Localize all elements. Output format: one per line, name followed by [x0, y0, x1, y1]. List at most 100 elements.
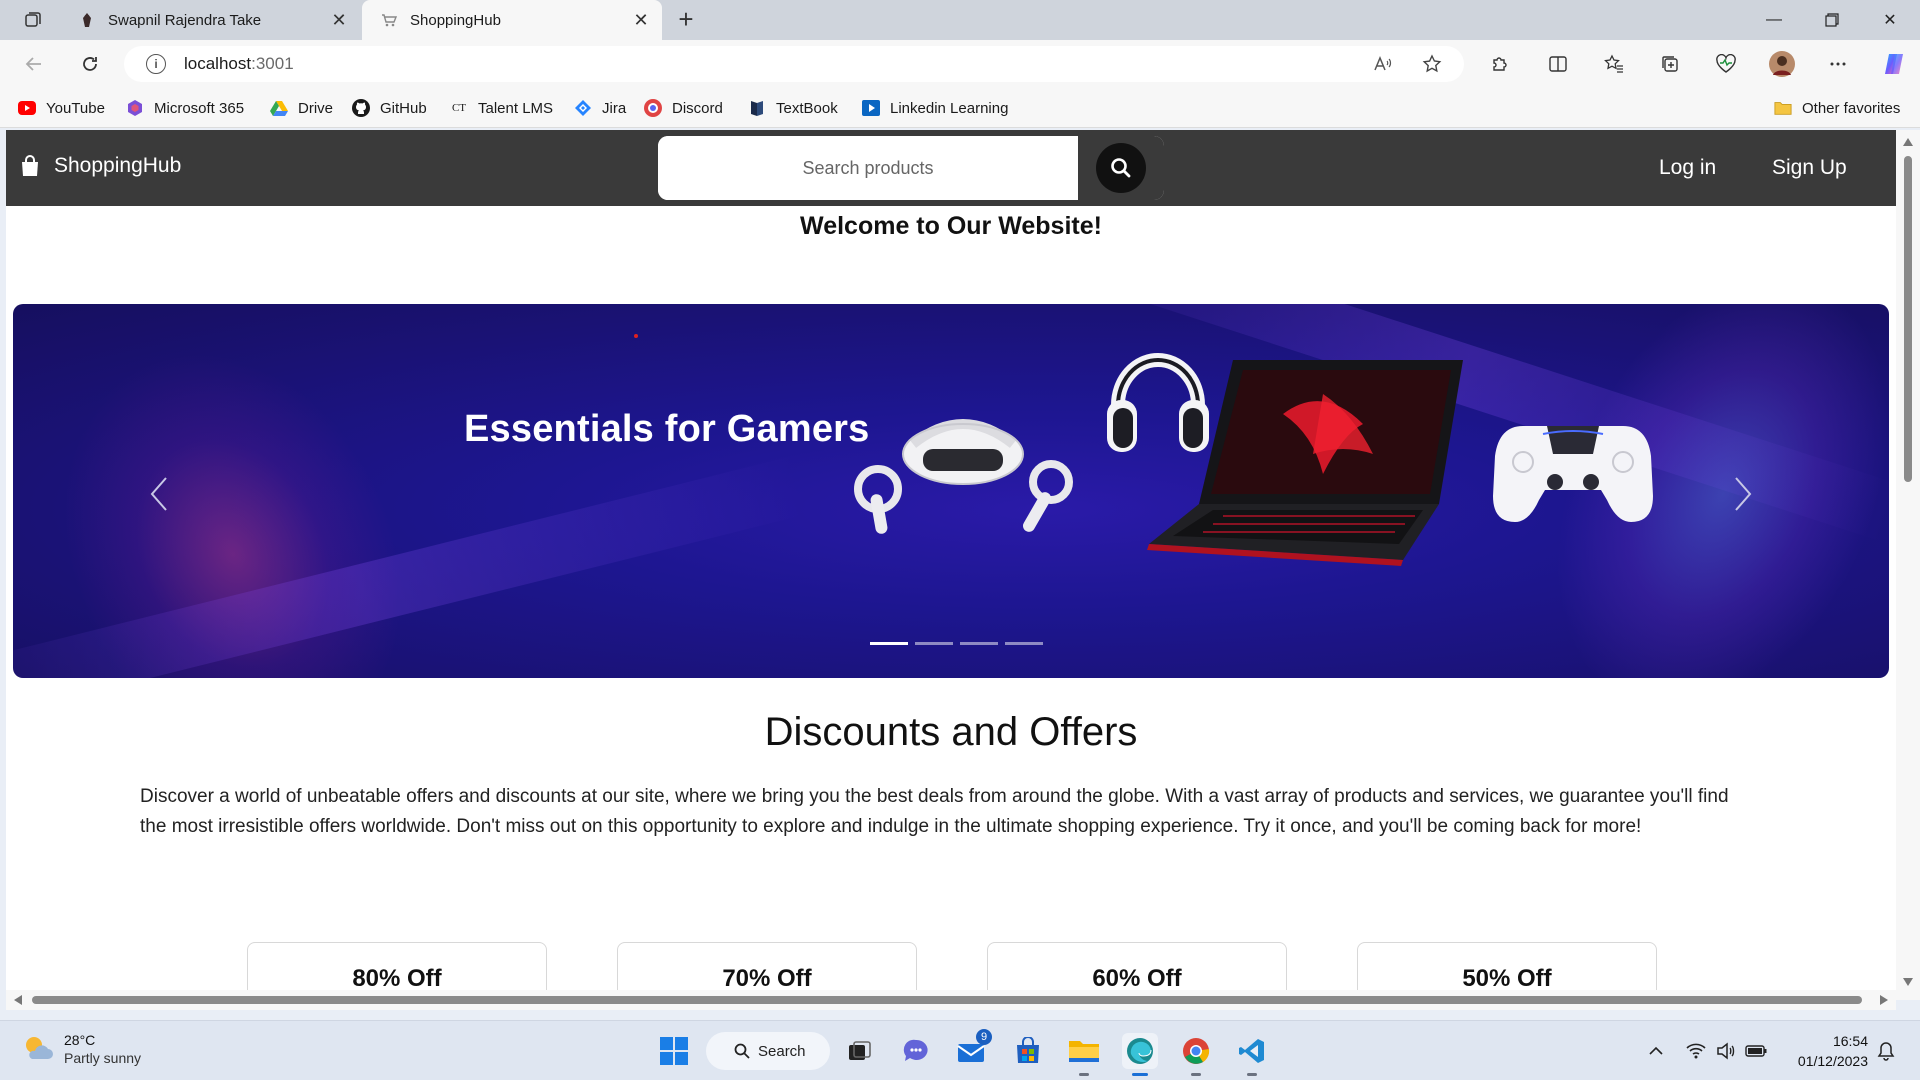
active-indicator [1132, 1073, 1148, 1076]
search-bar [658, 136, 1164, 200]
extensions-icon[interactable] [1486, 50, 1514, 78]
offer-card-label: 70% Off [722, 965, 812, 992]
tab-shoppinghub[interactable]: ShoppingHub ✕ [362, 0, 662, 40]
microsoft365-icon [126, 99, 144, 117]
favorites-icon[interactable] [1600, 50, 1628, 78]
weather-temperature: 28°C [64, 1032, 96, 1048]
taskbar-search[interactable]: Search [706, 1032, 830, 1070]
close-window-icon[interactable]: ✕ [1862, 0, 1918, 40]
new-tab-icon[interactable]: + [672, 6, 700, 34]
browser-tab-strip: Swapnil Rajendra Take ✕ ShoppingHub ✕ + … [0, 0, 1920, 40]
carousel-indicator[interactable] [915, 642, 953, 645]
weather-widget[interactable]: 28°C Partly sunny [22, 1031, 141, 1067]
github-icon [352, 99, 370, 117]
microsoft-store-icon[interactable] [1010, 1033, 1046, 1069]
site-logo[interactable]: ShoppingHub [20, 154, 181, 178]
copilot-icon[interactable] [1880, 50, 1908, 78]
favorite-textbook[interactable]: TextBook [748, 98, 838, 118]
collections-icon[interactable] [1656, 50, 1684, 78]
site-info-icon[interactable]: i [146, 54, 166, 74]
other-favorites[interactable]: Other favorites [1774, 98, 1900, 118]
favorite-label: Microsoft 365 [154, 99, 245, 117]
scroll-left-icon[interactable] [14, 995, 22, 1005]
shopping-bag-icon [22, 155, 38, 176]
clock-date: 01/12/2023 [1797, 1053, 1868, 1069]
signup-link[interactable]: Sign Up [1772, 156, 1847, 180]
read-aloud-icon[interactable] [1368, 50, 1396, 78]
offer-card-label: 60% Off [1092, 965, 1182, 992]
offers-description: Discover a world of unbeatable offers an… [140, 786, 1729, 837]
horizontal-scroll-thumb[interactable] [32, 996, 1862, 1004]
youtube-icon [18, 99, 36, 117]
search-button[interactable] [1078, 136, 1164, 200]
favorite-jira[interactable]: Jira [574, 98, 626, 118]
jira-icon [574, 99, 592, 117]
hero-carousel: Essentials for Gamers [13, 304, 1889, 678]
scroll-up-icon[interactable] [1903, 138, 1913, 146]
battery-icon[interactable] [1744, 1039, 1768, 1063]
carousel-indicator[interactable] [870, 642, 908, 645]
chat-icon[interactable] [898, 1033, 934, 1069]
favorite-youtube[interactable]: YouTube [18, 98, 105, 118]
wifi-icon[interactable] [1684, 1039, 1708, 1063]
vscode-icon[interactable] [1234, 1033, 1270, 1076]
system-clock[interactable]: 16:54 01/12/2023 [1780, 1031, 1868, 1071]
scroll-right-icon[interactable] [1880, 995, 1888, 1005]
folder-icon [1774, 99, 1792, 117]
favorite-microsoft365[interactable]: Microsoft 365 [126, 98, 244, 118]
running-indicator [1191, 1073, 1201, 1076]
site-logo-text: ShoppingHub [54, 154, 182, 177]
favorite-star-icon[interactable] [1418, 50, 1446, 78]
favorite-drive[interactable]: Drive [270, 98, 333, 118]
favorite-talentlms[interactable]: CT Talent LMS [450, 98, 553, 118]
windows-icon [660, 1037, 688, 1065]
profile-avatar[interactable] [1768, 50, 1796, 78]
edge-browser-icon[interactable] [1122, 1033, 1158, 1076]
scroll-down-icon[interactable] [1903, 978, 1913, 986]
close-tab-icon[interactable]: ✕ [632, 10, 650, 30]
task-view-icon[interactable] [842, 1033, 878, 1069]
tab-title: ShoppingHub [410, 11, 501, 29]
vertical-scroll-thumb[interactable] [1904, 156, 1912, 482]
carousel-next-icon[interactable] [1723, 474, 1763, 514]
mail-icon[interactable]: 9 [954, 1029, 992, 1069]
start-button[interactable] [656, 1033, 692, 1069]
carousel-indicator[interactable] [1005, 642, 1043, 645]
tab-title: Swapnil Rajendra Take [108, 11, 262, 29]
favorite-label: GitHub [380, 99, 427, 117]
file-explorer-icon[interactable] [1066, 1033, 1102, 1076]
back-icon[interactable] [18, 48, 50, 80]
browser-essentials-icon[interactable] [1712, 50, 1740, 78]
close-tab-icon[interactable]: ✕ [330, 10, 348, 30]
favorite-label: TextBook [776, 99, 838, 117]
login-link[interactable]: Log in [1659, 156, 1716, 180]
notifications-icon[interactable] [1874, 1039, 1898, 1063]
discord-icon [644, 99, 662, 117]
split-screen-icon[interactable] [1544, 50, 1572, 78]
more-options-icon[interactable] [1824, 50, 1852, 78]
chrome-icon[interactable] [1178, 1033, 1214, 1076]
favorite-discord[interactable]: Discord [644, 98, 723, 118]
game-controller-image [1493, 426, 1653, 522]
favorite-github[interactable]: GitHub [352, 98, 427, 118]
horizontal-scrollbar[interactable] [6, 990, 1896, 1010]
taskbar-search-label: Search [758, 1042, 806, 1060]
favorite-linkedin-learning[interactable]: Linkedin Learning [862, 98, 1008, 118]
restore-icon[interactable] [1804, 0, 1860, 40]
tab-swapnil[interactable]: Swapnil Rajendra Take ✕ [60, 0, 360, 40]
search-input[interactable] [658, 136, 1078, 200]
refresh-icon[interactable] [74, 48, 106, 80]
volume-icon[interactable] [1714, 1039, 1738, 1063]
favorite-label: Discord [672, 99, 723, 117]
gaming-laptop-image [1147, 360, 1463, 566]
cart-favicon-icon [380, 11, 398, 29]
show-hidden-icons-icon[interactable] [1644, 1039, 1668, 1063]
favorite-label: Drive [298, 99, 334, 117]
carousel-prev-icon[interactable] [139, 474, 179, 514]
running-indicator [1079, 1073, 1089, 1076]
tab-actions-icon[interactable] [18, 8, 48, 32]
minimize-icon[interactable]: — [1746, 0, 1802, 40]
carousel-indicator[interactable] [960, 642, 998, 645]
vertical-scrollbar[interactable] [1896, 130, 1920, 1000]
address-bar[interactable]: i localhost :3001 [124, 46, 1464, 82]
